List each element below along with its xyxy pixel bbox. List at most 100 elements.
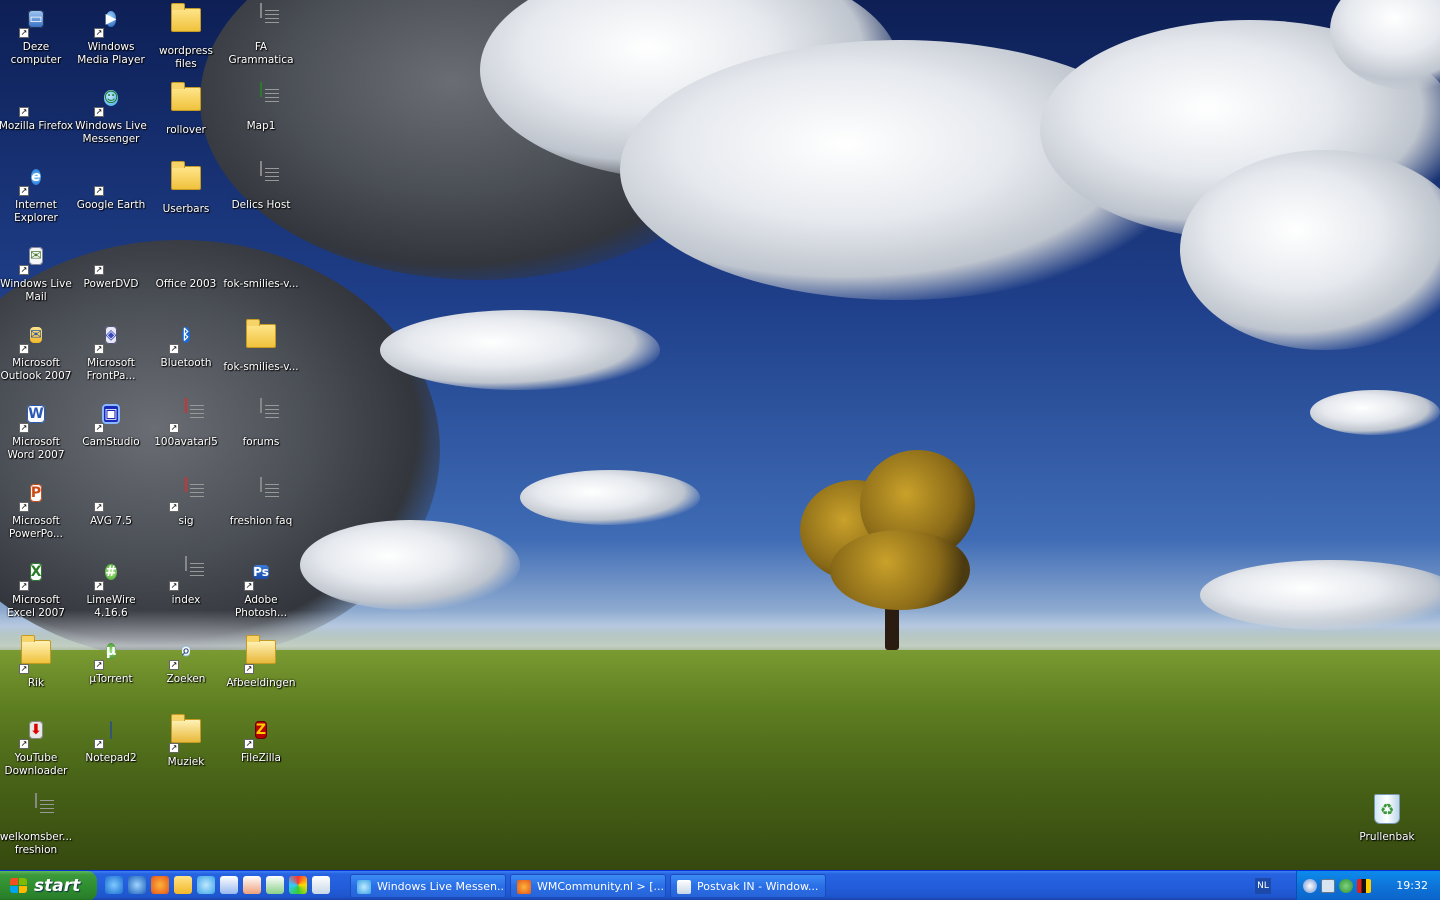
folder-icon [169,82,203,121]
desktop-icon[interactable]: Map1 [223,81,299,133]
desktop-icon[interactable]: Z ↗ FileZilla [223,713,299,765]
quick-launch-excel-icon[interactable] [266,876,284,894]
desktop-icon[interactable]: ↗ PowerDVD [73,239,149,291]
avg-tray-icon[interactable] [1357,879,1371,893]
desktop-icon[interactable]: ↗ Notepad2 [73,713,149,765]
shortcut-arrow-icon: ↗ [19,739,29,749]
desktop-icon[interactable]: Delics Host [223,160,299,212]
taskbar: start Windows Live Messen... WMCommunity.… [0,870,1440,900]
shortcut-arrow-icon: ↗ [169,502,179,512]
shortcut-arrow-icon: ↗ [94,344,104,354]
quick-launch-messenger-icon[interactable] [197,876,215,894]
desktop-icon[interactable]: ✉ ↗ Microsoft Outlook 2007 [0,318,74,383]
shortcut-arrow-icon: ↗ [94,660,104,670]
desktop-icon-label: 100avatarl5 [154,436,218,448]
taskbar-window-button[interactable]: WMCommunity.nl > [... [510,874,666,898]
desktop-icon[interactable]: Userbars [148,160,224,216]
desktop-icon-label: LimeWire 4.16.6 [86,594,136,619]
quick-launch-word-icon[interactable] [220,876,238,894]
desktop-icon[interactable]: ↗ Mozilla Firefox [0,81,74,133]
desktop-icon[interactable]: µ ↗ µTorrent [73,634,149,686]
desktop-icon-label: Rik [27,677,45,689]
desktop-icon[interactable]: ↗ AVG 7.5 [73,476,149,528]
shortcut-arrow-icon: ↗ [244,581,254,591]
desktop-icon[interactable]: ☺ ↗ Windows Live Messenger [73,81,149,146]
quick-launch-internet-explorer-icon[interactable] [105,876,123,894]
taskbar-window-button[interactable]: Windows Live Messen... [350,874,506,898]
language-indicator[interactable]: NL [1255,878,1271,894]
quick-launch-firefox-icon[interactable] [151,876,169,894]
desktop-icon-label: Windows Live Mail [0,278,72,303]
desktop-icon-label: wordpress files [159,45,213,70]
shortcut-arrow-icon: ↗ [244,739,254,749]
desktop-icon[interactable]: X ↗ Microsoft Excel 2007 [0,555,74,620]
start-button[interactable]: start [0,871,97,900]
desktop-icon[interactable]: ↗ 100avatarl5 [148,397,224,449]
desktop-icon[interactable]: ↗ Google Earth [73,160,149,212]
desktop-icon-label: µTorrent [89,673,133,685]
messenger-tray-icon[interactable] [1339,879,1353,893]
desktop-icon[interactable]: ▣ ↗ CamStudio [73,397,149,449]
folder-icon [169,161,203,200]
quick-launch-outlook-icon[interactable] [174,876,192,894]
taskbar-window-label: WMCommunity.nl > [... [537,880,664,893]
desktop-icon[interactable]: Office 2003 [148,239,224,291]
network-icon[interactable] [1321,879,1335,893]
shortcut-arrow-icon: ↗ [94,502,104,512]
desktop-icon-label: YouTube Downloader [4,752,68,777]
desktop-icon[interactable]: wordpress files [148,2,224,71]
back-arrow-icon[interactable] [1303,879,1317,893]
archive-icon [169,241,203,275]
desktop-icon[interactable]: ↗ index [148,555,224,607]
messenger-icon [357,880,371,894]
desktop-icon-label: Internet Explorer [14,199,58,224]
desktop-icon[interactable]: ⌕ ↗ Zoeken [148,634,224,686]
quick-launch-powerpoint-icon[interactable] [243,876,261,894]
desktop-icon-label: Mozilla Firefox [0,120,74,132]
quick-launch-mail-icon[interactable] [312,876,330,894]
mail-icon: ✉ ↗ [19,247,43,275]
desktop-icon-label: AVG 7.5 [90,515,132,527]
desktop-icon[interactable]: fok-smilies-v... [223,318,299,374]
desktop-icon[interactable]: ⬇ ↗ YouTube Downloader [0,713,74,778]
desktop-icon[interactable]: ✉ ↗ Windows Live Mail [0,239,74,304]
desktop-icon[interactable]: ᛒ ↗ Bluetooth [148,318,224,370]
clock[interactable]: 19:32 [1396,871,1428,900]
desktop-icon[interactable]: ◈ ↗ Microsoft FrontPa... [73,318,149,383]
desktop-icon[interactable]: freshion faq [223,476,299,528]
desktop-icon[interactable]: Ps ↗ Adobe Photosh... [223,555,299,620]
desktop-icon-label: Microsoft FrontPa... [86,357,136,382]
desktop-icon[interactable]: # ↗ LimeWire 4.16.6 [73,555,149,620]
desktop-icon[interactable]: welkomsber... freshion [0,792,74,857]
filezilla-icon: Z ↗ [244,721,268,749]
desktop-icon[interactable]: e ↗ Internet Explorer [0,160,74,225]
desktop-icon[interactable]: ▶ ↗ Windows Media Player [73,2,149,67]
system-tray: NL 19:32 [1255,871,1440,900]
desktop-icon[interactable]: ▭ ↗ Deze computer [0,2,74,67]
text-doc-icon [19,793,53,828]
taskbar-window-button[interactable]: Postvak IN - Window... [670,874,826,898]
mail-icon [677,880,691,894]
camstudio-icon: ▣ ↗ [94,404,120,433]
desktop-icon[interactable]: ↗ Afbeeldingen [223,634,299,690]
quick-launch-paint-icon[interactable] [289,876,307,894]
desktop-icon[interactable]: ↗ sig [148,476,224,528]
desktop-icon-label: freshion faq [229,515,293,527]
recycle-bin[interactable]: ♻ Prullenbak [1349,792,1425,844]
desktop-icon-label: Afbeeldingen [226,677,296,689]
text-doc-icon [244,161,278,196]
desktop-icon-label: FA Grammatica [228,41,294,66]
desktop-icon-label: rollover [166,124,206,136]
quick-launch-media-player-icon[interactable] [128,876,146,894]
desktop-icon[interactable]: ↗ Rik [0,634,74,690]
desktop-icon[interactable]: ↗ Muziek [148,713,224,769]
desktop-icon[interactable]: P ↗ Microsoft PowerPo... [0,476,74,541]
desktop-icon[interactable]: fok-smilies-v... [223,239,299,291]
cloud [1310,390,1440,435]
shortcut-arrow-icon: ↗ [169,423,179,433]
desktop-icon[interactable]: forums [223,397,299,449]
desktop-icon[interactable]: W ↗ Microsoft Word 2007 [0,397,74,462]
desktop-icon[interactable]: rollover [148,81,224,137]
desktop-icon[interactable]: FA Grammatica [223,2,299,67]
image-icon: ↗ [169,477,203,512]
